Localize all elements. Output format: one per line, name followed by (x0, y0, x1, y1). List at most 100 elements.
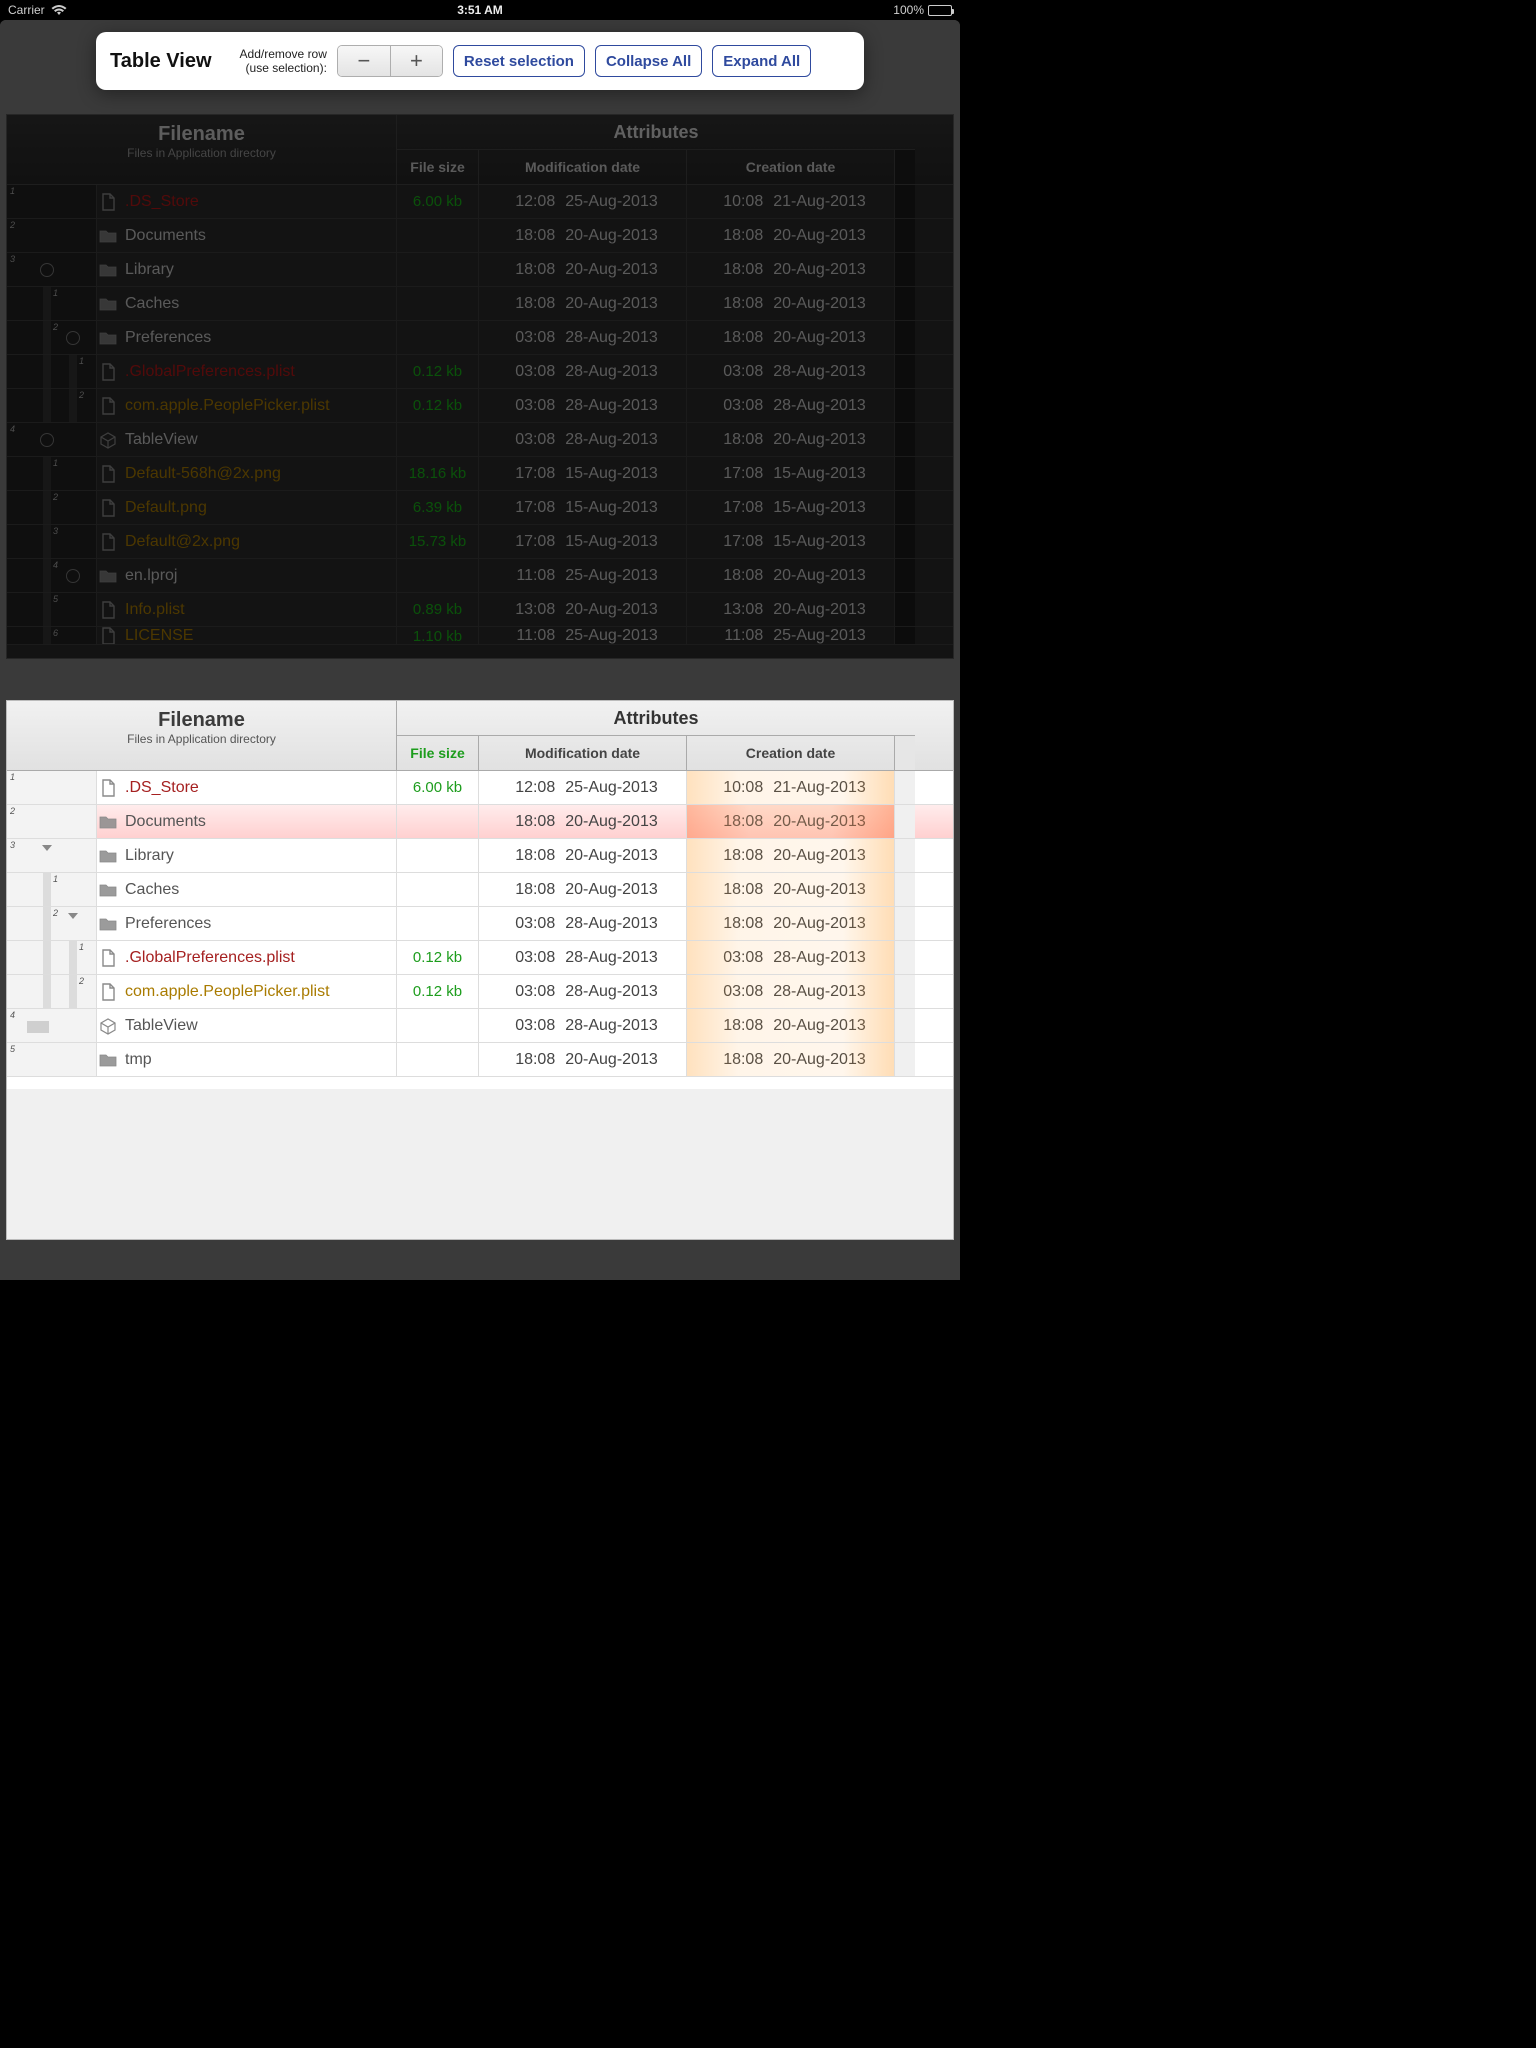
scroll-rail[interactable] (895, 1009, 915, 1042)
filename-cell[interactable]: Preferences (97, 321, 397, 354)
scroll-rail[interactable] (895, 1043, 915, 1076)
col-filename-sub: Files in Application directory (7, 146, 396, 160)
filename-cell[interactable]: .DS_Store (97, 771, 397, 804)
filename-cell[interactable]: com.apple.PeoplePicker.plist (97, 389, 397, 422)
col-filesize[interactable]: File size (397, 150, 479, 184)
table-row[interactable]: 3 Library18:0820-Aug-201318:0820-Aug-201… (7, 839, 953, 873)
scroll-rail[interactable] (895, 355, 915, 388)
scroll-rail[interactable] (895, 389, 915, 422)
table-row[interactable]: 1 .DS_Store6.00 kb12:0825-Aug-201310:082… (7, 185, 953, 219)
table-row[interactable]: 6 LICENSE1.10 kb11:0825-Aug-201311:0825-… (7, 627, 953, 645)
table-row[interactable]: 4 TableView03:0828-Aug-201318:0820-Aug-2… (7, 1009, 953, 1043)
table-row[interactable]: 1 Default-568h@2x.png18.16 kb17:0815-Aug… (7, 457, 953, 491)
filename-cell[interactable]: Caches (97, 873, 397, 906)
createdate-cell: 10:0821-Aug-2013 (687, 185, 895, 218)
filename-cell[interactable]: Documents (97, 219, 397, 252)
moddate-cell: 18:0820-Aug-2013 (479, 805, 687, 838)
collapse-all-button[interactable]: Collapse All (595, 45, 702, 77)
col-filesize[interactable]: File size (397, 736, 479, 770)
scroll-rail[interactable] (895, 185, 915, 218)
radio-icon[interactable] (40, 263, 54, 277)
scroll-rail[interactable] (895, 491, 915, 524)
filesize-cell (397, 839, 479, 872)
table-row[interactable]: 2 Documents18:0820-Aug-201318:0820-Aug-2… (7, 805, 953, 839)
table-row[interactable]: 1 Caches18:0820-Aug-201318:0820-Aug-2013 (7, 873, 953, 907)
col-filename[interactable]: Filename (7, 709, 396, 732)
filename-cell[interactable]: TableView (97, 1009, 397, 1042)
filename-cell[interactable]: TableView (97, 423, 397, 456)
filename-cell[interactable]: Default-568h@2x.png (97, 457, 397, 490)
table-row[interactable]: 1 .GlobalPreferences.plist0.12 kb03:0828… (7, 941, 953, 975)
chevron-down-icon[interactable] (40, 841, 54, 855)
filename-cell[interactable]: .DS_Store (97, 185, 397, 218)
file-icon (99, 779, 117, 797)
scroll-rail[interactable] (895, 907, 915, 940)
expand-all-button[interactable]: Expand All (712, 45, 811, 77)
table-row[interactable]: 1 .GlobalPreferences.plist0.12 kb03:0828… (7, 355, 953, 389)
radio-icon[interactable] (40, 433, 54, 447)
table-row[interactable]: 2 Default.png6.39 kb17:0815-Aug-201317:0… (7, 491, 953, 525)
filename-cell[interactable]: Preferences (97, 907, 397, 940)
scroll-rail[interactable] (895, 805, 915, 838)
radio-icon[interactable] (66, 569, 80, 583)
filename-cell[interactable]: Default@2x.png (97, 525, 397, 558)
table-row[interactable]: 3 Library18:0820-Aug-201318:0820-Aug-201… (7, 253, 953, 287)
scroll-rail[interactable] (895, 253, 915, 286)
filesize-cell: 0.12 kb (397, 975, 479, 1008)
table-row[interactable]: 2 Preferences03:0828-Aug-201318:0820-Aug… (7, 907, 953, 941)
add-row-button[interactable]: + (390, 46, 442, 76)
scroll-rail[interactable] (895, 941, 915, 974)
createdate-cell: 11:0825-Aug-2013 (687, 627, 895, 645)
scroll-rail[interactable] (895, 423, 915, 456)
table-row[interactable]: 3 Default@2x.png15.73 kb17:0815-Aug-2013… (7, 525, 953, 559)
filename-cell[interactable]: Library (97, 253, 397, 286)
filename-cell[interactable]: Caches (97, 287, 397, 320)
scroll-rail[interactable] (895, 321, 915, 354)
scroll-rail[interactable] (895, 559, 915, 592)
filename-label: Library (125, 847, 174, 865)
filename-cell[interactable]: en.lproj (97, 559, 397, 592)
filename-cell[interactable]: com.apple.PeoplePicker.plist (97, 975, 397, 1008)
col-createdate[interactable]: Creation date (687, 736, 895, 770)
filename-cell[interactable]: tmp (97, 1043, 397, 1076)
table-row[interactable]: 2 Documents18:0820-Aug-201318:0820-Aug-2… (7, 219, 953, 253)
filename-cell[interactable]: Default.png (97, 491, 397, 524)
scroll-rail[interactable] (895, 839, 915, 872)
filename-cell[interactable]: Documents (97, 805, 397, 838)
table-row[interactable]: 1 .DS_Store6.00 kb12:0825-Aug-201310:082… (7, 771, 953, 805)
col-filename-sub: Files in Application directory (7, 732, 396, 746)
radio-icon[interactable] (66, 331, 80, 345)
col-filename[interactable]: Filename (7, 123, 396, 146)
chevron-down-icon[interactable] (66, 909, 80, 923)
scroll-rail[interactable] (895, 219, 915, 252)
filename-cell[interactable]: .GlobalPreferences.plist (97, 941, 397, 974)
col-moddate[interactable]: Modification date (479, 150, 687, 184)
scroll-rail[interactable] (895, 525, 915, 558)
drag-handle-icon[interactable] (27, 1021, 49, 1033)
scroll-rail[interactable] (895, 975, 915, 1008)
scroll-rail[interactable] (895, 627, 915, 645)
table-row[interactable]: 5 Info.plist0.89 kb13:0820-Aug-201313:08… (7, 593, 953, 627)
scroll-rail[interactable] (895, 287, 915, 320)
table-row[interactable]: 4 TableView03:0828-Aug-201318:0820-Aug-2… (7, 423, 953, 457)
col-createdate[interactable]: Creation date (687, 150, 895, 184)
moddate-cell: 17:0815-Aug-2013 (479, 457, 687, 490)
scroll-rail[interactable] (895, 457, 915, 490)
table-row[interactable]: 4 en.lproj11:0825-Aug-201318:0820-Aug-20… (7, 559, 953, 593)
remove-row-button[interactable]: − (338, 46, 390, 76)
col-moddate[interactable]: Modification date (479, 736, 687, 770)
row-number: 4 (53, 560, 58, 570)
table-row[interactable]: 1 Caches18:0820-Aug-201318:0820-Aug-2013 (7, 287, 953, 321)
filename-cell[interactable]: LICENSE (97, 627, 397, 645)
table-row[interactable]: 2 Preferences03:0828-Aug-201318:0820-Aug… (7, 321, 953, 355)
filename-cell[interactable]: .GlobalPreferences.plist (97, 355, 397, 388)
scroll-rail[interactable] (895, 873, 915, 906)
table-row[interactable]: 2 com.apple.PeoplePicker.plist0.12 kb03:… (7, 389, 953, 423)
reset-selection-button[interactable]: Reset selection (453, 45, 585, 77)
table-row[interactable]: 2 com.apple.PeoplePicker.plist0.12 kb03:… (7, 975, 953, 1009)
scroll-rail[interactable] (895, 593, 915, 626)
filename-cell[interactable]: Info.plist (97, 593, 397, 626)
scroll-rail[interactable] (895, 771, 915, 804)
table-row[interactable]: 5 tmp18:0820-Aug-201318:0820-Aug-2013 (7, 1043, 953, 1077)
filename-cell[interactable]: Library (97, 839, 397, 872)
